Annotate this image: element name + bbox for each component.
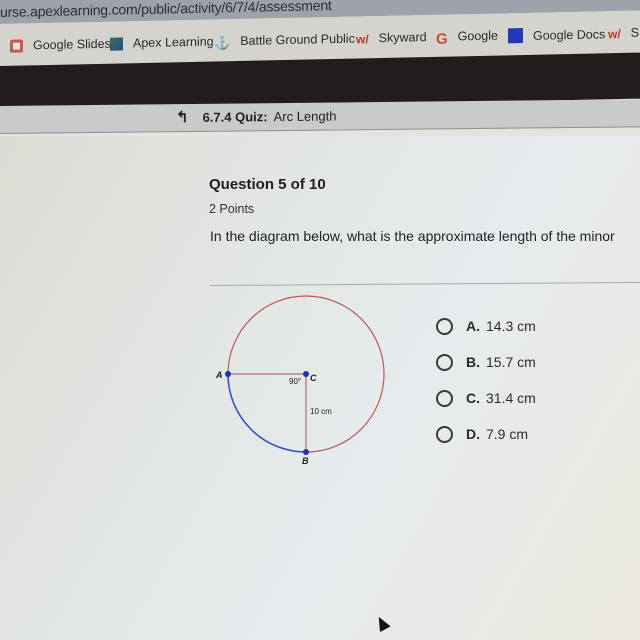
google-slides-icon bbox=[10, 39, 23, 53]
choice-letter: D. bbox=[466, 426, 480, 442]
choice-a[interactable]: A. 14.3 cm bbox=[436, 308, 536, 344]
skyward-icon: w/ bbox=[356, 31, 369, 47]
label-radius: 10 cm bbox=[310, 407, 332, 416]
point-b bbox=[303, 449, 309, 455]
google-icon: G bbox=[436, 30, 448, 48]
choice-letter: C. bbox=[466, 390, 480, 406]
choice-b[interactable]: B. 15.7 cm bbox=[436, 344, 536, 380]
breadcrumb-bar: ↰ 6.7.4 Quiz: Arc Length bbox=[0, 99, 640, 134]
choice-letter: A. bbox=[466, 318, 480, 334]
answer-choices: A. 14.3 cm B. 15.7 cm C. 31.4 cm D. 7.9 … bbox=[436, 308, 536, 452]
bookmark-google-slides[interactable]: Google Slides bbox=[10, 37, 111, 53]
radio-button[interactable] bbox=[436, 389, 453, 407]
label-b: B bbox=[302, 456, 309, 466]
radio-button[interactable] bbox=[436, 425, 453, 443]
breadcrumb[interactable]: ↰ 6.7.4 Quiz: Arc Length bbox=[176, 106, 336, 126]
point-a bbox=[225, 371, 231, 377]
choice-value: 7.9 cm bbox=[486, 426, 529, 442]
bookmark-skyward-2[interactable]: w/ S bbox=[608, 26, 639, 41]
google-docs-icon bbox=[508, 28, 523, 44]
circle-diagram: A C B 90° 10 cm bbox=[210, 280, 410, 470]
point-c bbox=[303, 371, 309, 377]
activity-number: 6.7.4 Quiz: bbox=[202, 108, 268, 125]
bookmark-label: Skyward bbox=[378, 30, 427, 46]
radio-button[interactable] bbox=[436, 353, 453, 371]
choice-value: 14.3 cm bbox=[486, 318, 536, 334]
choice-letter: B. bbox=[466, 354, 480, 370]
bookmark-skyward[interactable]: w/ Skyward bbox=[356, 30, 427, 47]
question-text: In the diagram below, what is the approx… bbox=[210, 228, 615, 244]
url-text[interactable]: urse.apexlearning.com/public/activity/6/… bbox=[0, 0, 332, 20]
radio-button[interactable] bbox=[436, 317, 453, 335]
label-angle: 90° bbox=[289, 377, 301, 386]
apex-learning-icon bbox=[110, 36, 123, 51]
label-c: C bbox=[310, 373, 317, 383]
question-points: 2 Points bbox=[209, 202, 255, 216]
bookmark-label: Google Docs bbox=[533, 26, 606, 43]
battle-ground-icon: ⚓ bbox=[214, 34, 231, 51]
choice-d[interactable]: D. 7.9 cm bbox=[436, 416, 536, 452]
bookmark-google-docs[interactable]: Google Docs bbox=[508, 26, 606, 44]
bookmark-label: Google bbox=[457, 28, 498, 44]
bookmark-label: Google Slides bbox=[33, 36, 111, 53]
up-arrow-icon[interactable]: ↰ bbox=[176, 108, 189, 126]
choice-value: 31.4 cm bbox=[486, 390, 536, 406]
skyward-icon: w/ bbox=[608, 26, 621, 41]
choice-c[interactable]: C. 31.4 cm bbox=[436, 380, 536, 416]
choice-value: 15.7 cm bbox=[486, 354, 536, 370]
question-title: Question 5 of 10 bbox=[209, 176, 326, 193]
bookmark-battle-ground[interactable]: ⚓ Battle Ground Public bbox=[214, 31, 355, 51]
bookmark-label: Apex Learning bbox=[133, 34, 214, 51]
activity-title: Arc Length bbox=[273, 107, 337, 124]
bookmark-label: Battle Ground Public bbox=[240, 31, 355, 48]
label-a: A bbox=[215, 370, 223, 380]
bookmark-label: S bbox=[630, 25, 640, 40]
bookmark-google[interactable]: G Google bbox=[436, 28, 498, 48]
bookmark-apex-learning[interactable]: Apex Learning bbox=[110, 35, 214, 51]
